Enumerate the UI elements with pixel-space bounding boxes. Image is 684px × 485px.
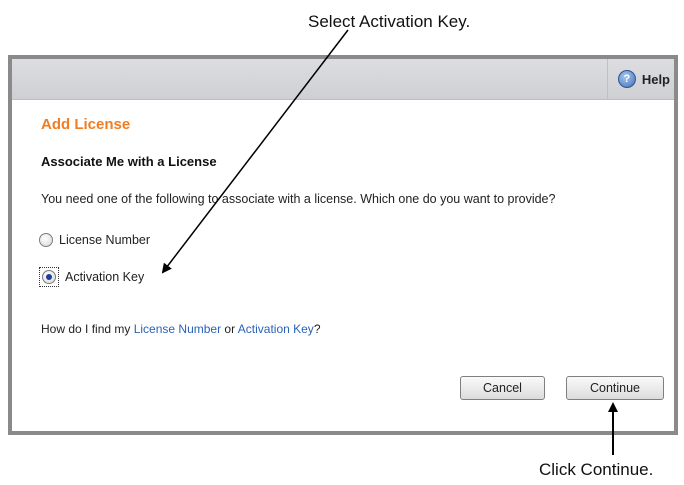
radio-focus-ring xyxy=(39,267,59,287)
find-help-prefix: How do I find my xyxy=(41,322,134,336)
continue-button[interactable]: Continue xyxy=(566,376,664,400)
help-icon: ? xyxy=(617,70,636,88)
section-title: Associate Me with a License xyxy=(41,154,217,169)
add-license-dialog: ? Help Add License Associate Me with a L… xyxy=(8,55,678,435)
dialog-header: ? Help xyxy=(12,59,674,100)
find-help-line: How do I find my License Number or Activ… xyxy=(41,322,321,336)
help-label: Help xyxy=(641,71,670,87)
license-number-radio[interactable] xyxy=(39,233,53,247)
find-help-suffix: ? xyxy=(313,322,321,336)
license-number-label: License Number xyxy=(59,233,151,247)
activation-key-help-link[interactable]: Activation Key xyxy=(238,322,314,336)
help-link[interactable]: ? Help xyxy=(606,59,674,99)
screenshot-stage: Select Activation Key. ? Help Add Licens… xyxy=(0,0,684,485)
license-number-option[interactable]: License Number xyxy=(39,233,150,247)
prompt-text: You need one of the following to associa… xyxy=(41,192,556,206)
activation-key-option[interactable]: Activation Key xyxy=(39,267,144,287)
callout-click-continue: Click Continue. xyxy=(539,460,654,479)
page-title: Add License xyxy=(41,116,131,133)
find-help-middle: or xyxy=(221,322,238,336)
license-number-help-link[interactable]: License Number xyxy=(134,322,221,336)
callout-select-activation-key: Select Activation Key. xyxy=(308,12,471,31)
cancel-button[interactable]: Cancel xyxy=(460,376,545,400)
activation-key-radio[interactable] xyxy=(42,270,56,284)
activation-key-label: Activation Key xyxy=(65,270,145,284)
